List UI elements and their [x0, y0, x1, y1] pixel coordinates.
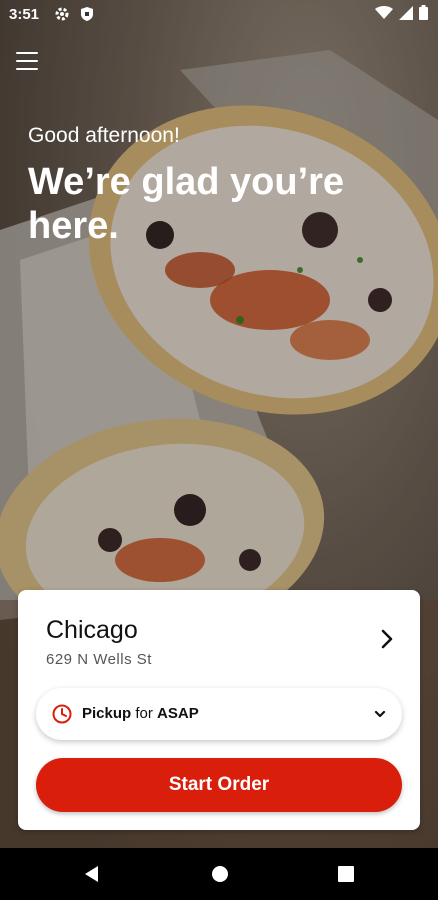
- headline-text: We’re glad you’re here.: [28, 161, 345, 247]
- pickup-mode: Pickup: [82, 705, 132, 722]
- location-card: Chicago 629 N Wells St Pickup for ASAP S…: [18, 590, 420, 830]
- cell-signal-icon: [399, 5, 413, 20]
- location-address[interactable]: 629 N Wells St: [46, 651, 152, 668]
- hamburger-menu-icon[interactable]: [16, 52, 38, 72]
- battery-icon: [419, 5, 428, 20]
- settings-gear-icon: [55, 7, 69, 21]
- location-name[interactable]: Chicago: [46, 616, 138, 645]
- system-nav-bar: [0, 848, 438, 900]
- recents-icon[interactable]: [337, 865, 355, 883]
- greeting-text: Good afternoon!: [28, 124, 180, 147]
- chevron-right-icon[interactable]: [378, 628, 396, 650]
- pickup-time-selector[interactable]: Pickup for ASAP: [36, 688, 402, 740]
- pickup-label: Pickup for ASAP: [82, 705, 199, 722]
- wifi-icon: [375, 5, 393, 19]
- chevron-down-icon: [374, 710, 386, 718]
- status-time: 3:51: [9, 6, 40, 23]
- start-order-button[interactable]: Start Order: [36, 758, 402, 812]
- clock-icon: [52, 704, 72, 724]
- back-icon[interactable]: [83, 865, 101, 883]
- pickup-connector: for: [135, 705, 153, 722]
- pickup-time: ASAP: [157, 705, 199, 722]
- status-bar: 3:51: [0, 0, 438, 30]
- shield-icon: [81, 7, 93, 21]
- home-icon[interactable]: [211, 865, 229, 883]
